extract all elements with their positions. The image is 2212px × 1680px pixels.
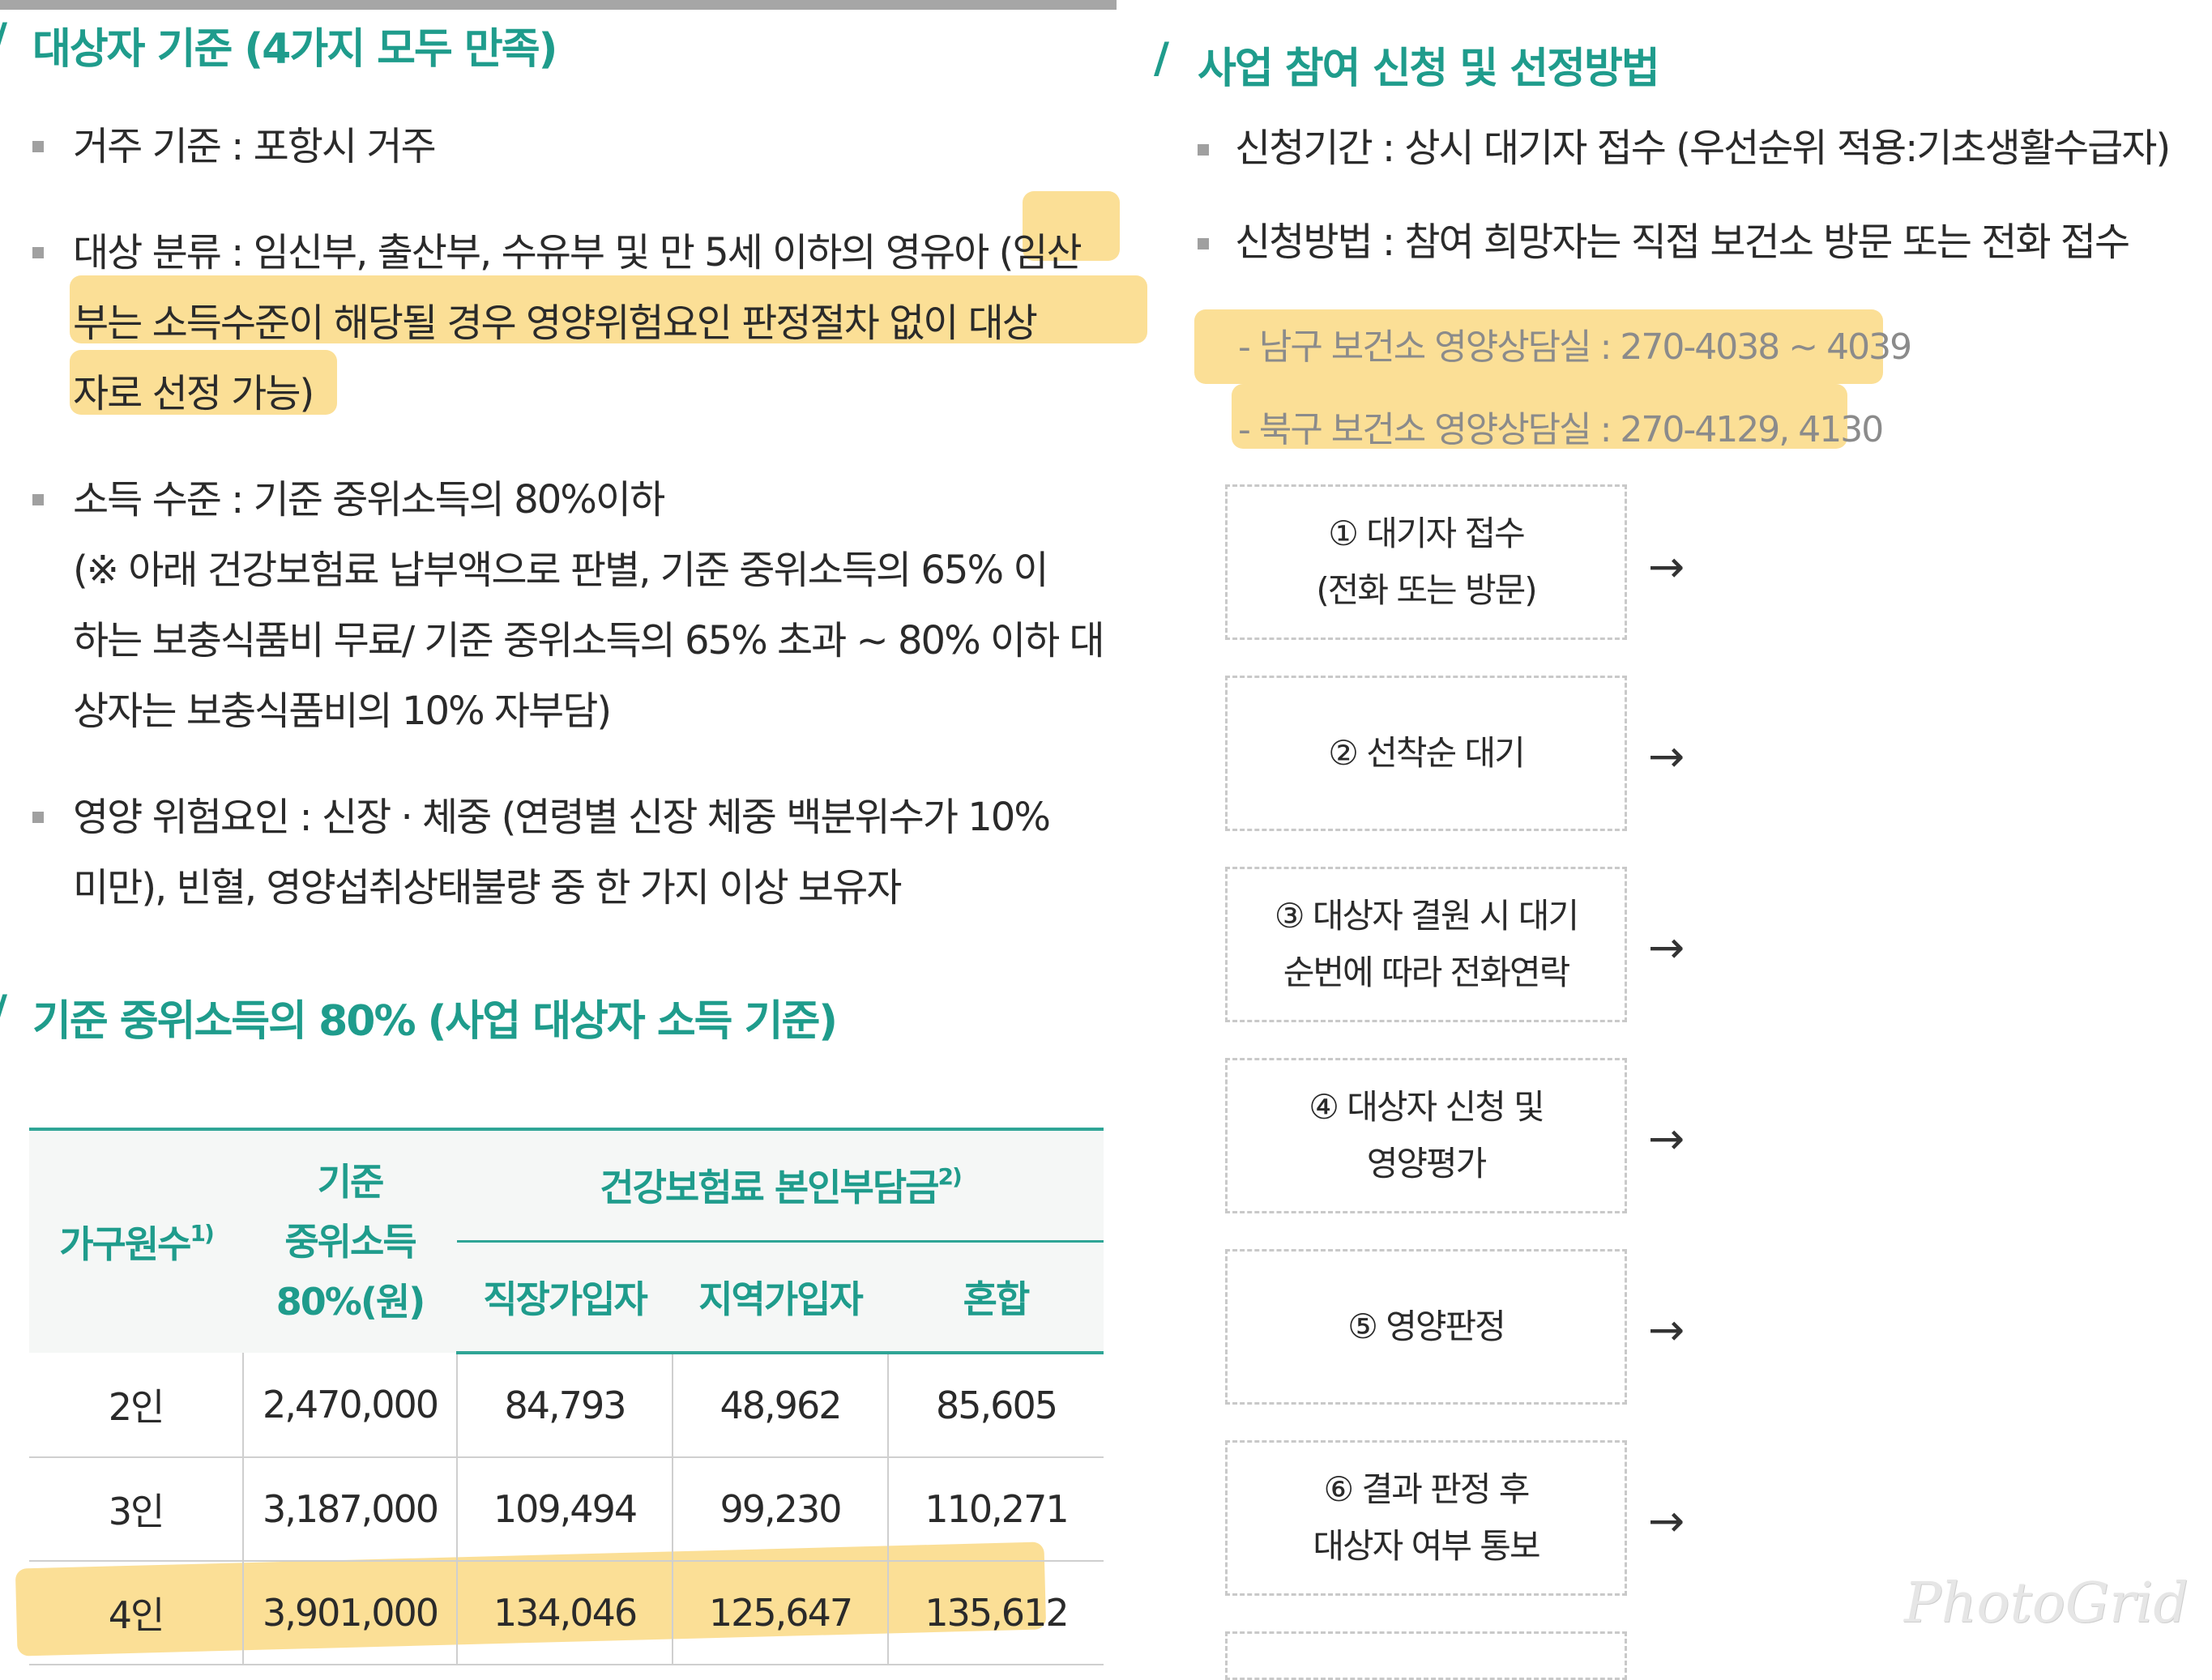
square-bullet-icon xyxy=(32,247,44,258)
list-item: 신청방법 : 참여 희망자는 직접 보건소 방문 또는 전화 접수 xyxy=(1194,214,2191,271)
right-arrow-icon: → xyxy=(1648,1304,1685,1355)
right-arrow-icon: → xyxy=(1648,1113,1685,1164)
table-cell: 48,962 xyxy=(673,1353,889,1458)
income-table: 가구원수1) 기준 중위소득 80%(원) 건강보험료 본인부담금2) 직장가입… xyxy=(29,1128,1104,1665)
square-bullet-icon xyxy=(32,141,44,152)
buk-gu-contact: - 북구 보건소 영양상담실 : 270-4129, 4130 xyxy=(1238,409,1884,450)
table-cell: 2,470,000 xyxy=(243,1353,458,1458)
list-item: 신청기간 : 상시 대기자 접수 (우선순위 적용:기초생활수급자) xyxy=(1194,120,2191,177)
table-cell: 135,612 xyxy=(888,1561,1104,1665)
table-cell: 85,605 xyxy=(888,1353,1104,1458)
income-title: 기준 중위소득의 80% (사업 대상자 소득 기준) xyxy=(32,997,838,1046)
table-cell: 109,494 xyxy=(457,1457,673,1562)
list-item: 거주 기준 : 포항시 거주 xyxy=(29,112,1115,182)
right-arrow-icon: → xyxy=(1648,922,1685,973)
income-header: 기준 중위소득 80%(원) xyxy=(243,1128,457,1353)
table-row: 2인 2,470,000 84,793 48,962 85,605 xyxy=(29,1353,1104,1458)
section-slash-icon: / xyxy=(0,987,7,1035)
list-item: 대상 분류 : 임신부, 출산부, 수유부 및 만 5세 이하의 영유아 (임산… xyxy=(29,218,1115,429)
table-cell: 134,046 xyxy=(457,1561,673,1665)
step-box: ① 대기자 접수 (전화 또는 방문) xyxy=(1225,484,1627,640)
section-slash-icon: / xyxy=(0,15,7,63)
square-bullet-icon xyxy=(32,812,44,823)
table-row: 4인 3,901,000 134,046 125,647 135,612 xyxy=(29,1561,1104,1665)
criteria-title: 대상자 기준 (4가지 모두 만족) xyxy=(32,25,557,74)
right-arrow-icon: → xyxy=(1648,541,1685,592)
top-scroll-bar xyxy=(0,0,1117,10)
list-item: 영양 위험요인 : 신장 · 체중 (연령별 신장 체중 백분위수가 10% 미… xyxy=(29,782,1115,923)
photogrid-watermark: PhotoGrid xyxy=(1904,1571,2189,1635)
list-item: 소득 수준 : 기준 중위소득의 80%이하 (※ 아래 건강보험료 납부액으로… xyxy=(29,465,1115,747)
step-box: ② 선착순 대기 xyxy=(1225,676,1627,831)
square-bullet-icon xyxy=(1198,238,1209,249)
step-box: ④ 대상자 신청 및 영양평가 xyxy=(1225,1058,1627,1213)
premium-header: 건강보험료 본인부담금2) xyxy=(457,1128,1104,1243)
regional-header: 지역가입자 xyxy=(673,1241,888,1354)
table-cell: 3,187,000 xyxy=(243,1457,458,1562)
right-arrow-icon: → xyxy=(1648,1495,1685,1546)
household-header: 가구원수1) xyxy=(29,1128,243,1353)
employee-header: 직장가입자 xyxy=(457,1241,673,1354)
step-box: ⑥ 결과 판정 후 대상자 여부 통보 xyxy=(1225,1440,1627,1596)
criteria-list: 거주 기준 : 포항시 거주 대상 분류 : 임신부, 출산부, 수유부 및 만… xyxy=(29,112,1115,959)
apply-list: 신청기간 : 상시 대기자 접수 (우선순위 적용:기초생활수급자) 신청방법 … xyxy=(1194,120,2191,308)
table-cell: 125,647 xyxy=(673,1561,889,1665)
step-box: ⑤ 영양판정 xyxy=(1225,1249,1627,1405)
table-cell: 4인 xyxy=(29,1561,244,1665)
table-cell: 110,271 xyxy=(888,1457,1104,1562)
table-cell: 99,230 xyxy=(673,1457,889,1562)
square-bullet-icon xyxy=(32,494,44,505)
table-cell: 2인 xyxy=(29,1353,244,1458)
table-cell: 84,793 xyxy=(457,1353,673,1458)
apply-title: 사업 참여 신청 및 선정방법 xyxy=(1198,45,1660,93)
table-cell: 3인 xyxy=(29,1457,244,1562)
mixed-header: 혼합 xyxy=(888,1241,1104,1354)
section-slash-icon: / xyxy=(1154,34,1169,83)
nam-gu-contact: - 남구 보건소 영양상담실 : 270-4038 ~ 4039 xyxy=(1238,326,1912,368)
step-box-partial xyxy=(1225,1631,1627,1680)
right-arrow-icon: → xyxy=(1648,731,1685,782)
step-box: ③ 대상자 결원 시 대기 순번에 따라 전화연락 xyxy=(1225,867,1627,1022)
table-row: 3인 3,187,000 109,494 99,230 110,271 xyxy=(29,1457,1104,1562)
square-bullet-icon xyxy=(1198,144,1209,156)
table-cell: 3,901,000 xyxy=(243,1561,458,1665)
